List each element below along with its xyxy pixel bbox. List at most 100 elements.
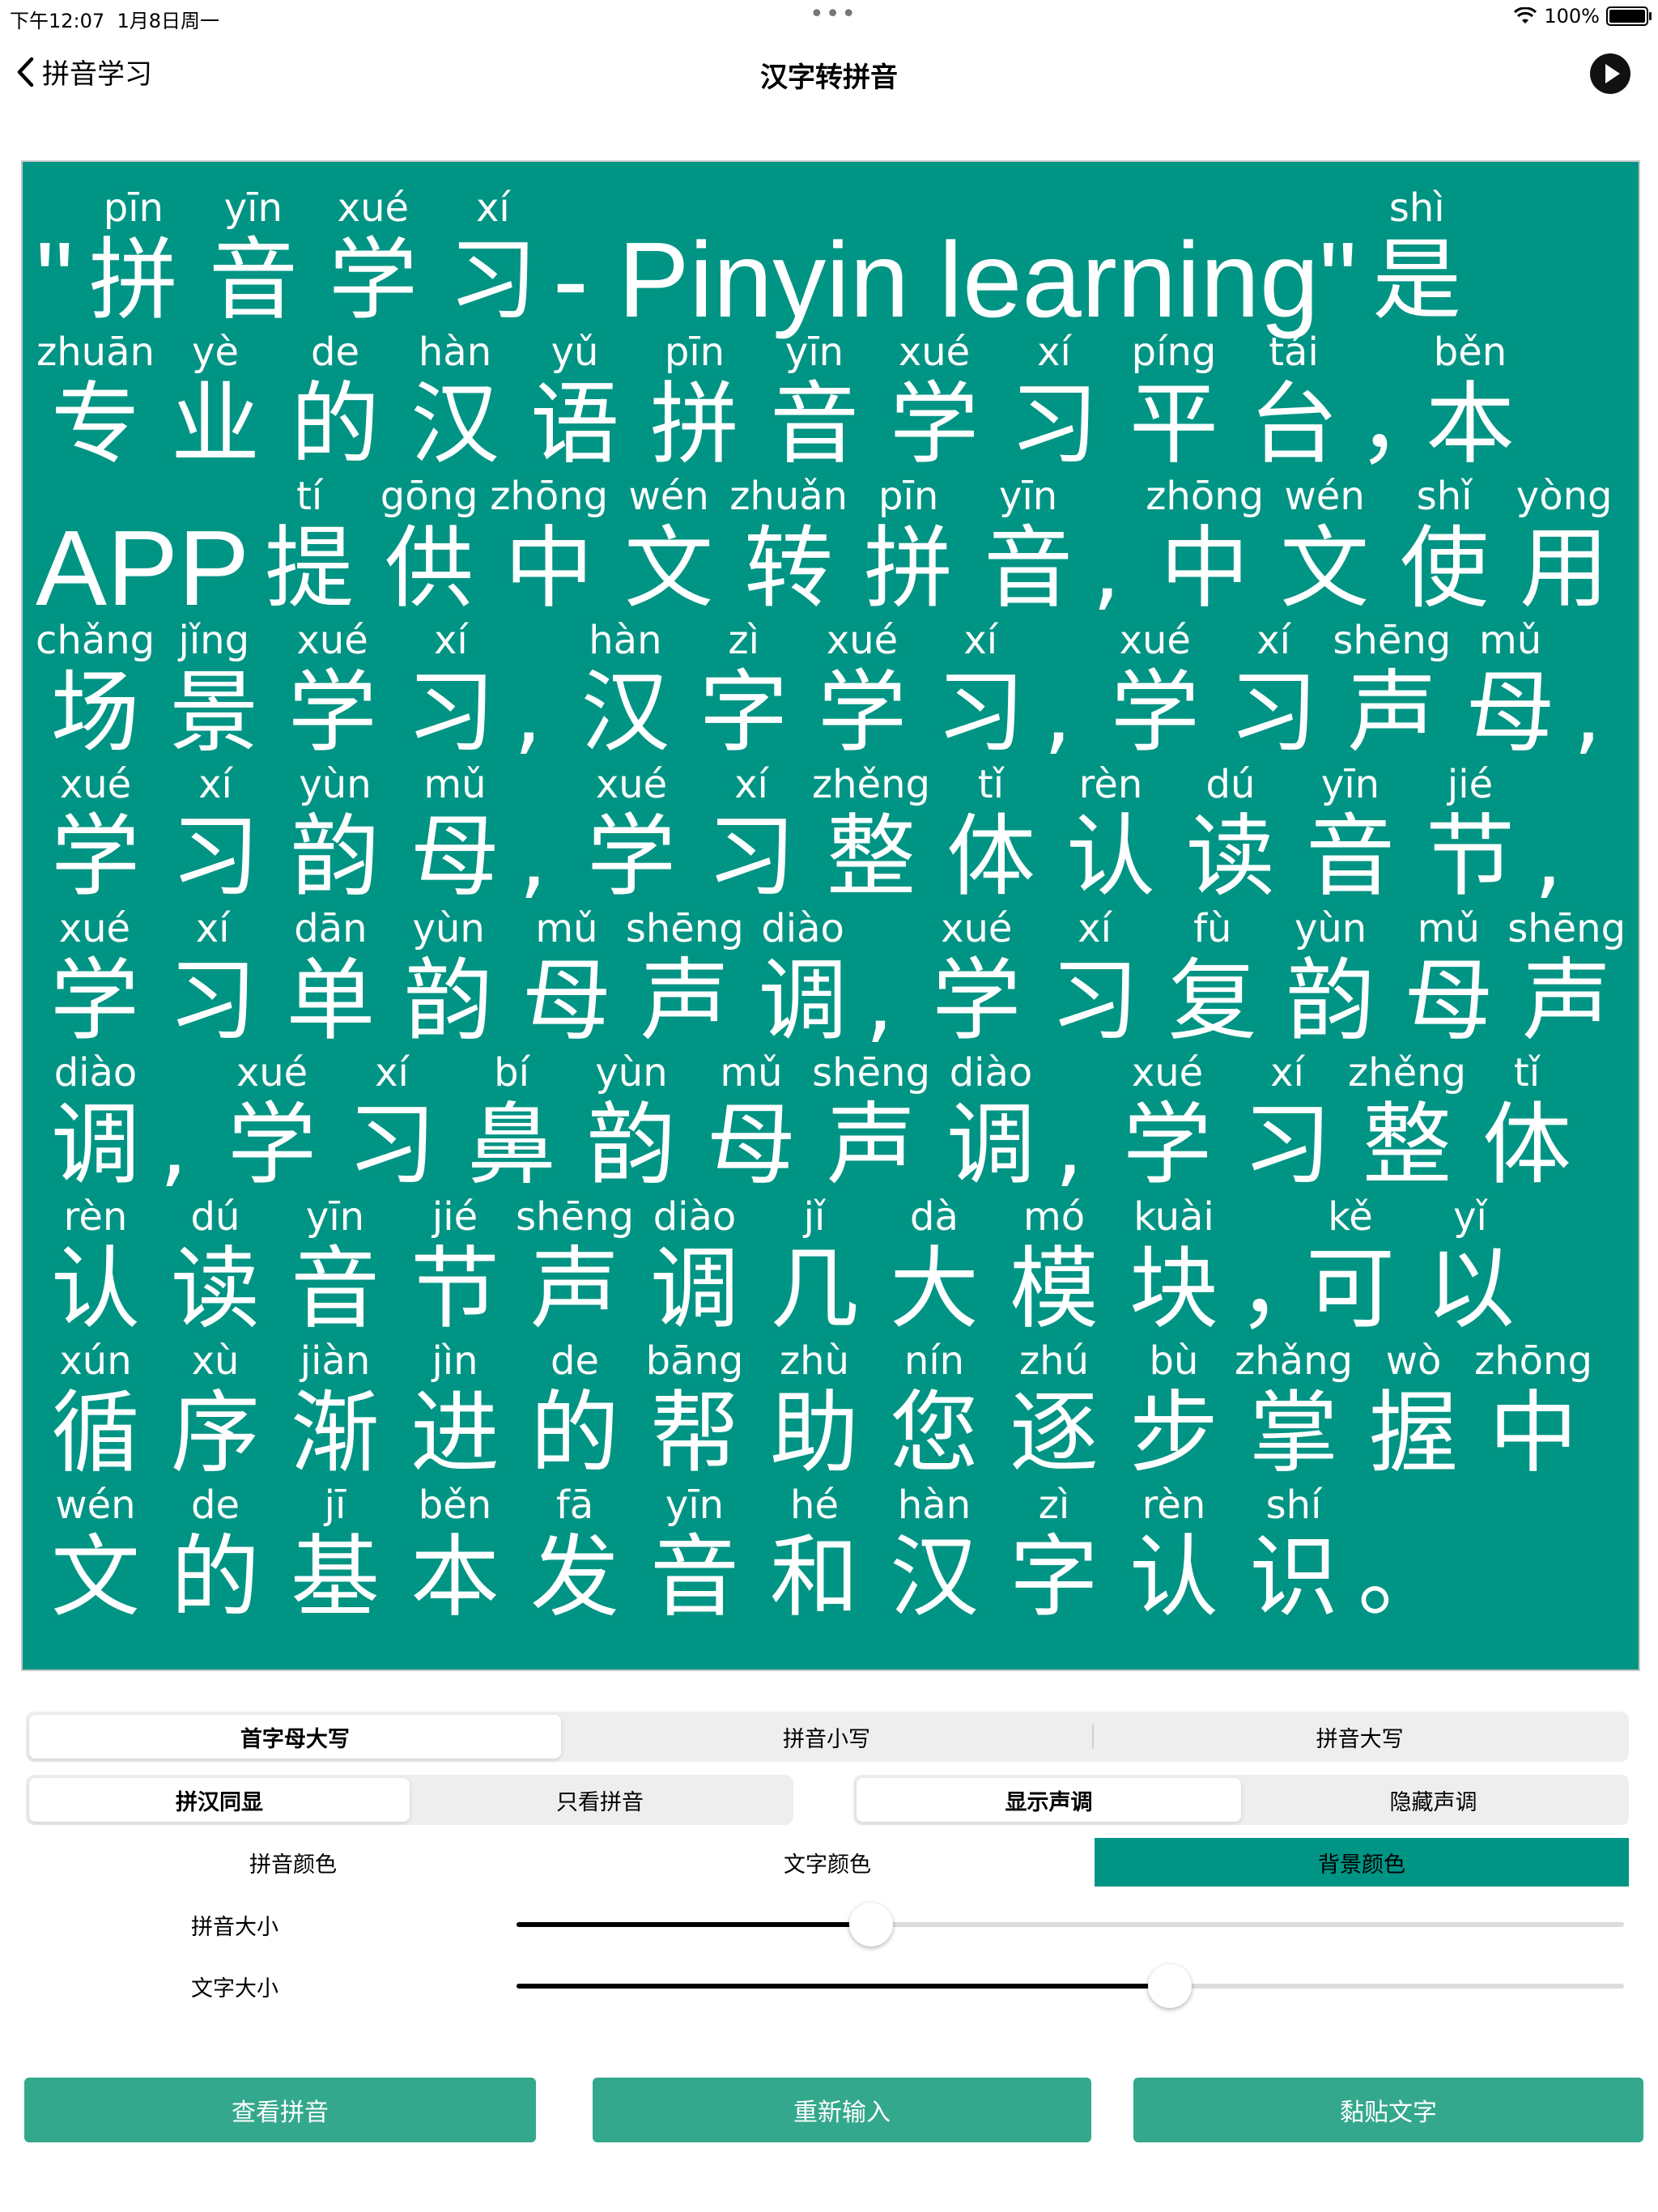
case-option-2[interactable]: 拼音大写 bbox=[1094, 1715, 1626, 1759]
multitask-dots-icon[interactable]: ••• bbox=[810, 0, 857, 28]
pinyin-text: shí bbox=[1265, 1482, 1322, 1528]
hanzi-text: 学 bbox=[49, 949, 139, 1053]
hanzi-text: 习 bbox=[1050, 949, 1140, 1053]
pinyin-size-slider-thumb[interactable] bbox=[848, 1903, 893, 1946]
character-cell: xí 习 bbox=[332, 1049, 452, 1193]
character-cell: mǔ 母 bbox=[508, 905, 626, 1049]
pinyin-text: dú bbox=[190, 1194, 240, 1240]
board-line: xué 学 xí 习 dān 单 yùn 韵 mǔ 母 shēng 声 diào 调, xué 学 xí 习 fù 复… bbox=[36, 905, 1626, 1049]
pinyin-text: diào bbox=[53, 1050, 138, 1095]
hanzi-text: 中 bbox=[504, 517, 594, 620]
display-mode-segmented-control: 拼汉同显 只看拼音 bbox=[26, 1775, 793, 1825]
character-cell: wén 文 bbox=[36, 1482, 155, 1626]
hanzi-text: 语 bbox=[530, 372, 619, 476]
board-line: zhuān 专 yè 业 de 的 hàn 汉 yǔ 语 pīn 拼 yīn 音 xué 学 xí 习 píng 平 t… bbox=[36, 329, 1626, 473]
hanzi-text: 本 bbox=[1426, 372, 1515, 476]
pinyin-text: yùn bbox=[1294, 906, 1367, 951]
pinyin-text: dān bbox=[294, 906, 368, 951]
hanzi-text: 母 bbox=[1465, 661, 1555, 764]
hanzi-text: , bbox=[159, 1093, 188, 1197]
character-cell: zhōng 中 bbox=[489, 473, 609, 617]
character-cell: yīn 音 bbox=[275, 1193, 395, 1338]
hanzi-text: 习 bbox=[1229, 661, 1319, 764]
hanzi-text: 音 bbox=[291, 1237, 380, 1341]
character-cell: zì 字 bbox=[685, 617, 803, 761]
character-cell: pīn 拼 bbox=[635, 329, 755, 473]
pinyin-text: zhěng bbox=[1347, 1050, 1467, 1095]
hanzi-text: 母 bbox=[521, 949, 611, 1053]
pinyin-text: hé bbox=[790, 1482, 839, 1528]
case-option-1[interactable]: 拼音小写 bbox=[561, 1715, 1093, 1759]
text-size-label: 文字大小 bbox=[191, 1976, 278, 2001]
character-cell: de 的 bbox=[275, 329, 395, 473]
pinyin-text: xué bbox=[1119, 618, 1191, 663]
play-icon[interactable] bbox=[1590, 53, 1630, 94]
pinyin-text: yùn bbox=[595, 1050, 668, 1095]
color-option-0[interactable]: 拼音颜色 bbox=[26, 1838, 560, 1887]
hanzi-text: 拼 bbox=[650, 372, 739, 476]
case-option-0[interactable]: 首字母大写 bbox=[29, 1715, 561, 1759]
display-mode-option-0[interactable]: 拼汉同显 bbox=[29, 1778, 410, 1822]
character-cell: shǐ 使 bbox=[1384, 473, 1504, 617]
pinyin-text: xué bbox=[826, 618, 899, 663]
hanzi-text: 拼 bbox=[864, 517, 954, 620]
hanzi-text: 学 bbox=[227, 1093, 317, 1197]
character-cell: jī 基 bbox=[275, 1482, 395, 1626]
character-cell: dú 读 bbox=[155, 1193, 275, 1338]
character-cell: mǔ 母 bbox=[1389, 905, 1507, 1049]
hanzi-text: 习 bbox=[168, 949, 257, 1053]
hanzi-text: 韵 bbox=[1286, 949, 1375, 1053]
view-pinyin-button[interactable]: 查看拼音 bbox=[24, 2078, 536, 2142]
color-option-1[interactable]: 文字颜色 bbox=[560, 1838, 1095, 1887]
character-cell: xué 学 bbox=[803, 617, 921, 761]
hanzi-text: 读 bbox=[171, 1237, 260, 1341]
board-line: " pīn 拼 yīn 音 xué 学 xí 习 - Pinyin learning" shì 是 bbox=[36, 185, 1626, 334]
pinyin-text: kuài bbox=[1133, 1194, 1214, 1240]
paste-text-button[interactable]: 黏贴文字 bbox=[1133, 2078, 1643, 2142]
character-cell: yùn 韵 bbox=[572, 1049, 691, 1193]
character-cell: zhōng 中 bbox=[1145, 473, 1265, 617]
text-segment: - Pinyin learning" bbox=[553, 185, 1357, 334]
pinyin-text: běn bbox=[1433, 330, 1507, 375]
pinyin-text: zhōng bbox=[1146, 474, 1265, 519]
hanzi-text: 景 bbox=[169, 661, 259, 764]
pinyin-text: xí bbox=[1256, 618, 1290, 663]
pinyin-text: xù bbox=[191, 1338, 240, 1384]
character-cell: xué 学 bbox=[1096, 617, 1214, 761]
pinyin-size-slider[interactable] bbox=[517, 1903, 1624, 1946]
character-cell: xí 习 bbox=[994, 329, 1114, 473]
pinyin-text: rèn bbox=[1078, 762, 1143, 807]
display-mode-option-1[interactable]: 只看拼音 bbox=[410, 1778, 790, 1822]
color-option-2[interactable]: 背景颜色 bbox=[1095, 1838, 1629, 1887]
character-cell: yǔ 语 bbox=[515, 329, 635, 473]
character-cell: zhěng 整 bbox=[811, 761, 931, 905]
pinyin-text: yīn bbox=[665, 1482, 725, 1528]
pinyin-text: zhù bbox=[779, 1338, 850, 1384]
pinyin-text: jìn bbox=[432, 1338, 478, 1384]
hanzi-text: 单 bbox=[286, 949, 376, 1053]
character-cell: běn 本 bbox=[395, 1482, 515, 1626]
character-cell: zhěng 整 bbox=[1347, 1049, 1467, 1193]
pinyin-text: mǔ bbox=[1417, 906, 1480, 951]
tone-mode-option-1[interactable]: 隐藏声调 bbox=[1241, 1778, 1626, 1822]
hanzi-text: 助 bbox=[770, 1381, 859, 1485]
text-size-slider[interactable] bbox=[517, 1964, 1624, 2008]
character-cell: yīn 音 bbox=[755, 329, 874, 473]
pinyin-text: wén bbox=[1284, 474, 1365, 519]
text-size-slider-thumb[interactable] bbox=[1148, 1964, 1192, 2008]
reinput-button[interactable]: 重新输入 bbox=[593, 2078, 1091, 2142]
board-line: wén 文 de 的 jī 基 běn 本 fā 发 yīn 音 hé 和 hàn 汉 zì 字 rèn 认 shí 识。 bbox=[36, 1482, 1626, 1626]
character-cell: pīn 拼 bbox=[74, 185, 193, 329]
hanzi-text: 学 bbox=[1110, 661, 1200, 764]
pinyin-text: yīn bbox=[223, 185, 283, 231]
text-size-row: 文字大小 bbox=[26, 1961, 1629, 2010]
pinyin-text: mǔ bbox=[720, 1050, 783, 1095]
pinyin-text: xí bbox=[198, 762, 232, 807]
hanzi-text: ， bbox=[1358, 372, 1447, 476]
character-cell: yè 业 bbox=[155, 329, 275, 473]
tone-mode-option-0[interactable]: 显示声调 bbox=[857, 1778, 1241, 1822]
hanzi-text: 大 bbox=[890, 1237, 979, 1341]
hanzi-text: 母 bbox=[1404, 949, 1494, 1053]
hanzi-text: 汉 bbox=[410, 372, 500, 476]
punctuation-cell: , bbox=[1039, 617, 1095, 761]
